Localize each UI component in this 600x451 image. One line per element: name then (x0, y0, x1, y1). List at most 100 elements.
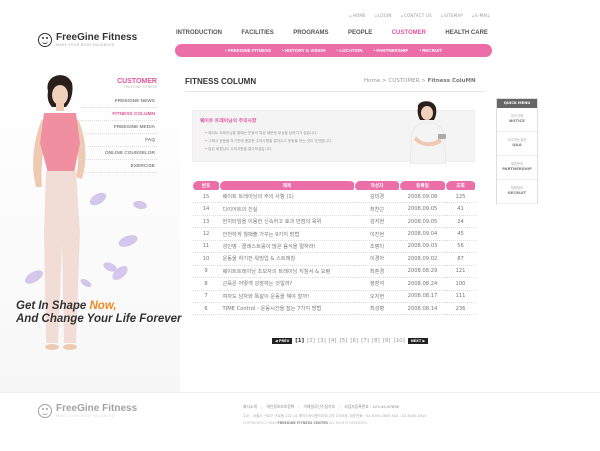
util-login-link[interactable]: LOGIN (375, 13, 392, 18)
copyright-company: FREEGINE FITNESS CENTER (277, 421, 328, 425)
brand-name: FreeGine Fitness (56, 32, 138, 43)
slogan-line1: Get In Shape (16, 300, 87, 312)
next-page-button[interactable]: NEXT ▶ (407, 338, 429, 344)
page-link[interactable]: [5] (340, 338, 348, 344)
cell-views: 121 (445, 265, 476, 279)
nav-introduction[interactable]: INTRODUCTION (176, 30, 222, 36)
title-divider (185, 91, 485, 92)
header-title[interactable]: 제목 (219, 180, 355, 191)
cell-views: 24 (445, 215, 476, 229)
nav-programs[interactable]: PROGRAMS (293, 30, 328, 36)
util-home-link[interactable]: HOME (349, 13, 366, 18)
slogan-line2: And Change Your Life Forever (16, 313, 182, 325)
cell-title-link[interactable]: 안전하게 월매출 가꾸는 9가지 방법 (219, 227, 355, 241)
cell-views: 236 (445, 302, 476, 316)
table-row[interactable]: 15 웨이트 트레이닝의 주의 사항 (1) 김미경 2008.09.08 12… (192, 190, 476, 204)
footer-link-privacy[interactable]: 개인정보보호정책 (261, 404, 294, 410)
page-link[interactable]: [4] (329, 338, 337, 344)
page-link[interactable]: [6] (350, 338, 358, 344)
footer-link-about[interactable]: 회사소개 (243, 404, 257, 410)
cell-no: 6 (192, 302, 220, 316)
breadcrumb-sep: > (382, 78, 387, 84)
slogan-now: Now, (89, 300, 117, 312)
quick-notice[interactable]: 공지사항 NOTICE (497, 108, 537, 132)
page-link[interactable]: [9] (383, 338, 391, 344)
footer-brand-tagline: MAKE YOUR BODY BALANCED (56, 414, 115, 418)
nav-facilities[interactable]: FACILITIES (241, 30, 273, 36)
submenu-online-counselor[interactable]: ONLINE COUNSELOR (80, 147, 157, 160)
nav-customer[interactable]: CUSTOMER (392, 30, 426, 36)
table-row[interactable]: 10 운동을 하기전 워밍업 & 스트레칭 이경아 2008.09.02 87 (192, 252, 476, 266)
site-logo[interactable]: FreeGine Fitness MAKE YOUR BODY BALANCED (38, 33, 137, 47)
left-submenu: CUSTOMER FREEGINE FITNESS FREEGINE NEWS … (80, 78, 157, 173)
table-row[interactable]: 8 근육은 어떻게 성장하는 것일까? 정장석 2008.08.24 100 (192, 277, 476, 291)
cell-author: 최찬근 (354, 202, 400, 216)
cell-author: 최혼경 (354, 265, 400, 279)
page-link[interactable]: [2] (307, 338, 315, 344)
table-row[interactable]: 13 헌치타임을 이용한 신속하고 효과 만점의 육위 김지현 2008.09.… (192, 215, 476, 229)
page-link[interactable]: [8] (372, 338, 380, 344)
footer-divider (0, 392, 600, 393)
table-row[interactable]: 6 TIME Control - 운동시간을 잡는 7가지 방법 최성병 200… (192, 302, 476, 316)
table-row[interactable]: 11 성인병 · 콜레스트롤이 많은 음식을 멀하라! 조병이 2008.09.… (192, 240, 476, 254)
page-link[interactable]: [7] (361, 338, 369, 344)
footer-logo: FreeGine Fitness MAKE YOUR BODY BALANCED (38, 404, 137, 418)
subnav-location[interactable]: LOCATION (337, 48, 362, 53)
cell-no: 12 (192, 227, 220, 241)
breadcrumb-home[interactable]: Home (364, 78, 380, 84)
header-author[interactable]: 작성자 (354, 180, 400, 191)
submenu-exercise[interactable]: EXERCISE (80, 160, 157, 173)
copyright-prefix: COPYRIGHT(C) 2008 (243, 421, 277, 425)
table-row[interactable]: 12 안전하게 월매출 가꾸는 9가지 방법 이진현 2008.09.04 45 (192, 227, 476, 241)
submenu-title: CUSTOMER (117, 78, 157, 85)
cell-no: 7 (192, 290, 220, 303)
breadcrumb: Home > CUSTOMER > Fitness ColuMN (364, 78, 476, 84)
cell-title-link[interactable]: 다이어트의 진실 (219, 202, 355, 216)
quick-recruit[interactable]: 채용정보 RECRUIT (497, 180, 537, 204)
quick-menu-title: QUICK MENU (497, 99, 537, 108)
quick-partnership[interactable]: 제휴문의 PARTNERSHIP (497, 156, 537, 180)
cell-title-link[interactable]: 운동을 하기전 워밍업 & 스트레칭 (219, 252, 355, 266)
util-contact-link[interactable]: CONTACT US (401, 13, 432, 18)
util-email-link[interactable]: E-MAIL (472, 13, 490, 18)
cell-title-link[interactable]: 여자도 남자와 똑같이 운동을 해야 할까! (219, 290, 355, 303)
page-link[interactable]: [10] (394, 338, 405, 344)
footer-business-no: 사업자등록번호 : 123-45-67890 (339, 404, 399, 410)
cell-title-link[interactable]: 헌치타임을 이용한 신속하고 효과 만점의 육위 (219, 215, 355, 229)
quick-notice-en: NOTICE (509, 118, 525, 123)
cell-title-link[interactable]: 웨이트 트레이닝의 주의 사항 (1) (219, 190, 355, 204)
submenu-freegine-media[interactable]: FREEGINE MEDIA (80, 121, 157, 134)
page-link-current[interactable]: [1] (295, 338, 304, 344)
header-views[interactable]: 조회 (445, 180, 476, 191)
header-date[interactable]: 등록일 (399, 180, 446, 191)
subnav-history-vision[interactable]: HISTORY & VISION (282, 48, 326, 53)
cell-title-link[interactable]: TIME Control - 운동시간을 잡는 7가지 방법 (219, 302, 355, 316)
prev-page-button[interactable]: ◀ PREV (272, 338, 293, 344)
column-table: 번호 제목 작성자 등록일 조회 15 웨이트 트레이닝의 주의 사항 (1) … (192, 180, 476, 316)
cell-title-link[interactable]: 웨이트트레이닝 초보자의 트레이닝 지침서 & 요령 (219, 265, 355, 279)
table-row[interactable]: 9 웨이트트레이닝 초보자의 트레이닝 지침서 & 요령 최혼경 2008.08… (192, 265, 476, 279)
cell-title-link[interactable]: 성인병 · 콜레스트롤이 많은 음식을 멀하라! (219, 240, 355, 254)
nav-health-care[interactable]: HEALTH CARE (445, 30, 488, 36)
cell-author: 최성병 (354, 302, 400, 316)
subnav-recruit[interactable]: RECRUIT (419, 48, 442, 53)
cell-date: 2008.09.04 (399, 227, 446, 241)
subnav-partnership[interactable]: PARTNERSHIP (374, 48, 408, 53)
footer-link-email-policy[interactable]: 이메일무단수집거부 (298, 404, 335, 410)
submenu-fitness-column[interactable]: FITNESS COLUMN (80, 108, 157, 121)
table-row[interactable]: 14 다이어트의 진실 최찬근 2008.09.05 41 (192, 202, 476, 216)
nav-people[interactable]: PEOPLE (348, 30, 372, 36)
page-link[interactable]: [3] (318, 338, 326, 344)
header-no[interactable]: 번호 (192, 180, 220, 191)
table-row[interactable]: 7 여자도 남자와 똑같이 운동을 해야 할까! 오지현 2008.08.17 … (192, 290, 476, 303)
submenu-faq[interactable]: FAQ (80, 134, 157, 147)
notice-line: 그래서 운동을 하기전에 충분한 주의사항을 알아두고 운동을 하는 것이 안전… (205, 139, 332, 144)
quick-qna[interactable]: 자주하는질문 Q&A (497, 132, 537, 156)
quick-partnership-en: PARTNERSHIP (502, 166, 532, 171)
submenu-freegine-news[interactable]: FREEGINE NEWS (80, 95, 157, 108)
subnav-freegine-fitness[interactable]: FREEGINE FITNESS (225, 48, 271, 53)
cell-author: 김지현 (354, 215, 400, 229)
breadcrumb-section[interactable]: CUSTOMER (388, 78, 419, 84)
cell-title-link[interactable]: 근육은 어떻게 성장하는 것일까? (219, 277, 355, 291)
util-sitemap-link[interactable]: SITEMAP (441, 13, 463, 18)
